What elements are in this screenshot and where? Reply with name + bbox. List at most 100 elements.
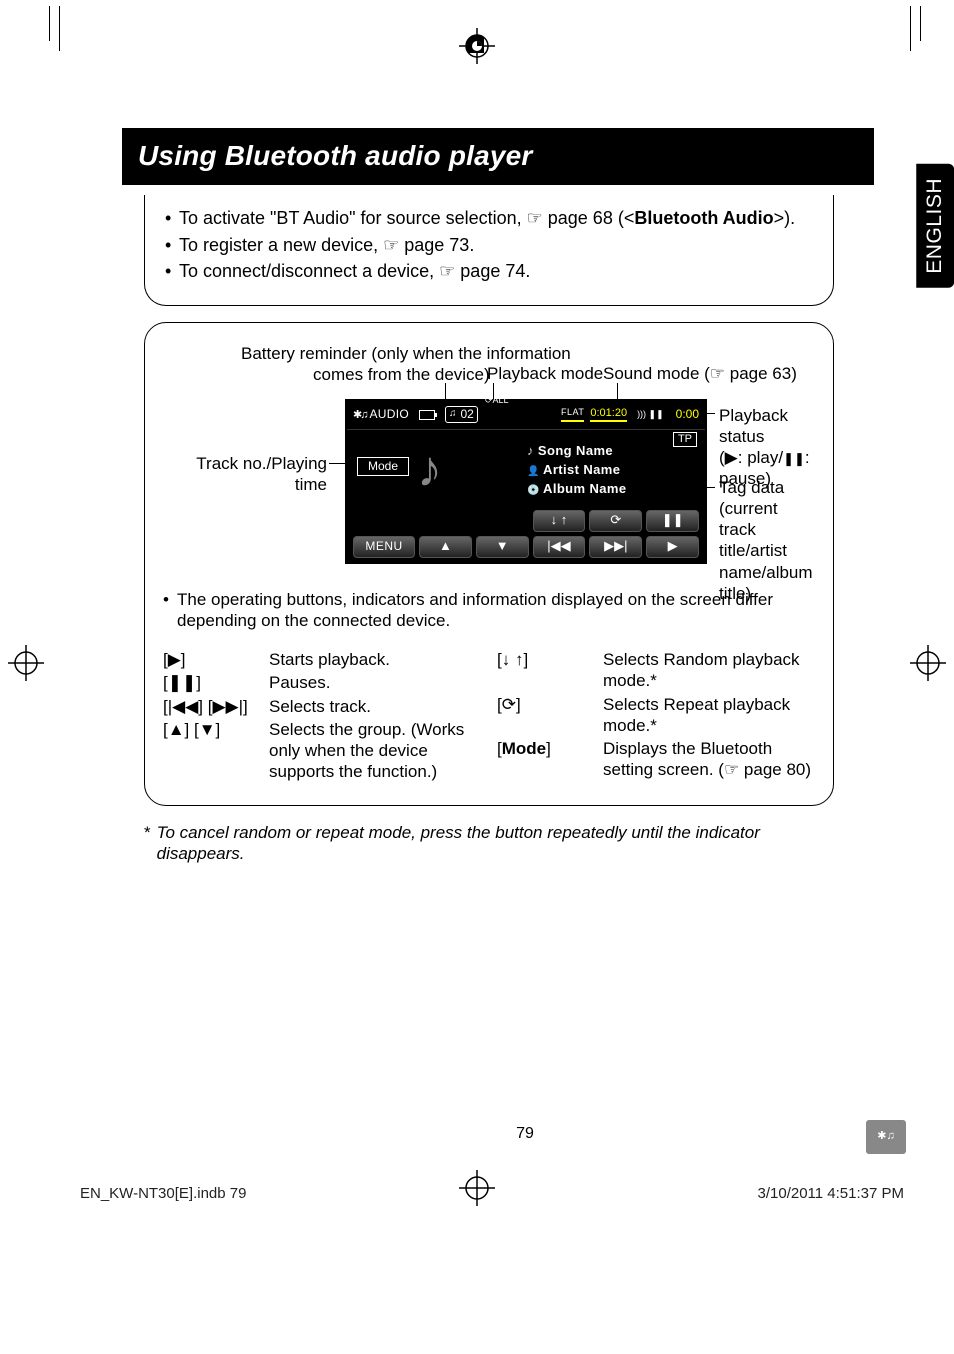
bold-text: Mode [502,739,546,758]
registration-mark-icon [459,28,495,64]
control-desc: Selects the group. (Works only when the … [269,719,481,783]
footnote-text: To cancel random or repeat mode, press t… [157,822,834,865]
controls-table: [▶] Starts playback. [❚❚] Pauses. [|◀◀] … [163,647,815,785]
sound-mode-indicator: FLAT [561,407,584,421]
control-desc: Selects Random playback mode.* [603,649,815,692]
control-row: [▶] Starts playback. [163,649,481,670]
control-desc: Selects track. [269,696,481,717]
tag-list: Song Name Artist Name Album Name [527,440,627,501]
pause-icon: ❚❚ [783,451,805,466]
control-key: [▲] [▼] [163,719,269,783]
control-desc: Displays the Bluetooth setting screen. (… [603,738,815,781]
control-row: [▲] [▼] Selects the group. (Works only w… [163,719,481,783]
control-key: [Mode] [497,738,603,781]
menu-button[interactable]: MENU [353,536,415,558]
text: Playback status [719,406,788,446]
text: To activate "BT Audio" for source select… [179,208,527,228]
text: page 68 (< [543,208,635,228]
text: Battery reminder (only when the informat… [241,344,571,363]
pause-button[interactable]: ❚❚ [646,510,699,532]
control-row: [↓ ↑] Selects Random playback mode.* [497,649,815,692]
registration-mark-icon [910,645,946,681]
text: page 63) [725,364,797,383]
text: page 74. [455,261,530,281]
footer: EN_KW-NT30[E].indb 79 3/10/2011 4:51:37 … [80,1185,904,1204]
footnote: * To cancel random or repeat mode, press… [144,822,834,865]
tp-indicator: TP [673,432,697,448]
repeat-button[interactable]: ⟳ [589,510,642,532]
prev-track-button[interactable]: |◀◀ [533,536,586,558]
text: >). [774,208,796,228]
callout-playback-mode: Playback mode [487,363,603,384]
bold-text: Bluetooth Audio [634,208,773,228]
intro-box: To activate "BT Audio" for source select… [144,195,834,306]
callout-tag: Tag data (current track title/artist nam… [719,477,815,605]
control-key: [|◀◀] [▶▶|] [163,696,269,717]
text: : play/ [738,448,783,467]
control-row: [❚❚] Pauses. [163,672,481,693]
next-track-button[interactable]: ▶▶| [589,536,642,558]
control-row: [⟳] Selects Repeat playback mode.* [497,694,815,737]
intro-item: To register a new device, ☞ page 73. [163,234,815,257]
play-button[interactable]: ▶ [646,536,699,558]
device-screen: AUDIO 02 ⟳ALL FLAT 0:01:20 ))) ❚❚ 0:00 T… [345,399,707,564]
main-panel: Battery reminder (only when the informat… [144,322,834,806]
pointer-icon: ☞ [710,364,725,383]
mode-button[interactable]: Mode [357,457,409,476]
play-time: 0:01:20 [590,407,627,423]
control-row: [|◀◀] [▶▶|] Selects track. [163,696,481,717]
control-desc: Selects Repeat playback mode.* [603,694,815,737]
device-button-row-2: MENU ▲ ▼ |◀◀ ▶▶| ▶ [353,536,699,558]
artist-name: Artist Name [527,462,627,479]
song-name: Song Name [527,443,627,459]
bluetooth-section-icon: ✱♫ [866,1120,906,1154]
up-button[interactable]: ▲ [419,536,472,558]
text: page 80) [739,760,811,779]
intro-item: To connect/disconnect a device, ☞ page 7… [163,260,815,283]
panel-note: The operating buttons, indicators and in… [163,589,815,632]
control-key: [❚❚] [163,672,269,693]
controls-left-column: [▶] Starts playback. [❚❚] Pauses. [|◀◀] … [163,647,481,785]
controls-right-column: [↓ ↑] Selects Random playback mode.* [⟳]… [497,647,815,785]
random-button[interactable]: ↓ ↑ [533,510,586,532]
track-number: 02 [445,406,478,423]
control-row: [Mode] Displays the Bluetooth setting sc… [497,738,815,781]
music-note-icon: ♪ [417,438,442,501]
callout-track: Track no./Playing time [187,453,327,496]
text: Tag data (current track [719,478,784,540]
callout-sound-mode: Sound mode (☞ page 63) [603,363,797,384]
control-desc: Starts playback. [269,649,481,670]
control-key: [↓ ↑] [497,649,603,692]
clock: 0:00 [676,407,699,422]
album-name: Album Name [527,481,627,498]
text: Sound mode ( [603,364,710,383]
intro-item: To activate "BT Audio" for source select… [163,207,815,230]
trim-mark [910,6,911,51]
trim-mark [920,6,921,41]
text: ] [546,739,551,758]
page-number: 79 [48,1124,954,1144]
device-body: TP ♪ Song Name Artist Name Album Name Mo… [347,430,705,514]
language-tab: ENGLISH [916,164,954,288]
footer-filename: EN_KW-NT30[E].indb 79 [80,1185,246,1204]
footer-timestamp: 3/10/2011 4:51:37 PM [758,1185,905,1204]
trim-mark [49,6,50,41]
source-label: AUDIO [353,407,409,423]
page: ENGLISH Using Bluetooth audio player To … [0,0,954,1354]
text: title/artist name/album [719,541,813,581]
text: comes from the device) [241,364,490,385]
control-key: [⟳] [497,694,603,737]
battery-icon [419,410,435,420]
play-icon: ▶ [725,448,738,467]
control-key: [▶] [163,649,269,670]
control-desc: Pauses. [269,672,481,693]
text: To connect/disconnect a device, [179,261,439,281]
registration-mark-icon [8,645,44,681]
intro-list: To activate "BT Audio" for source select… [163,207,815,283]
repeat-indicator: ⟳ALL [485,395,509,406]
text: To register a new device, [179,235,383,255]
page-title: Using Bluetooth audio player [122,128,874,185]
device-button-row-1: ↓ ↑ ⟳ ❚❚ [353,510,699,532]
text: page 73. [399,235,474,255]
down-button[interactable]: ▼ [476,536,529,558]
